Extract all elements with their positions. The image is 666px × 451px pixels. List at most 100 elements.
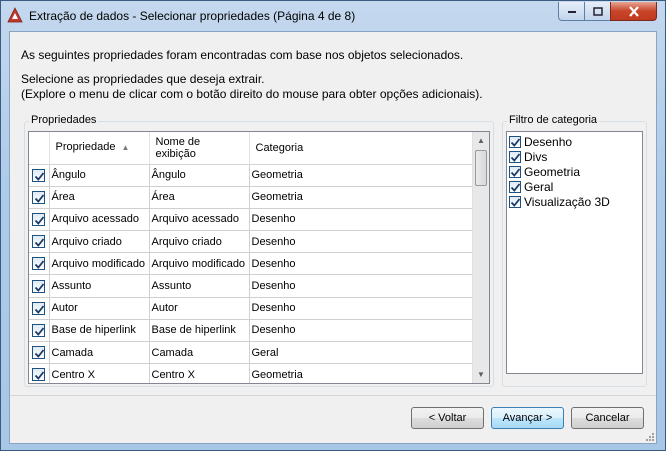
intro-text-2: Selecione as propriedades que deseja ext… <box>21 72 265 86</box>
row-checkbox-cell[interactable] <box>29 341 50 365</box>
checkbox[interactable] <box>509 195 521 208</box>
filter-item-label: Geral <box>524 179 554 194</box>
cell-property[interactable]: Arquivo acessado <box>49 208 150 232</box>
checkbox[interactable] <box>32 212 46 226</box>
checkbox[interactable] <box>32 257 46 271</box>
intro-text-1: As seguintes propriedades foram encontra… <box>21 48 464 62</box>
cell-property[interactable]: Assunto <box>49 274 150 298</box>
cell-display-name[interactable]: Ângulo <box>149 164 250 187</box>
checkbox[interactable] <box>509 135 521 148</box>
cell-category: Geometria <box>249 363 475 383</box>
checkbox[interactable] <box>32 168 46 182</box>
table-row[interactable]: Centro X Centro X Geometria <box>29 363 475 383</box>
cell-property[interactable]: Base de hiperlink <box>49 319 150 343</box>
table-header-row: Propriedade ▲ Nome de exibição Categoria <box>29 132 475 165</box>
checkbox[interactable] <box>32 190 46 204</box>
autocad-app-icon[interactable] <box>7 7 23 23</box>
header-property[interactable]: Propriedade ▲ <box>49 132 150 165</box>
checkbox[interactable] <box>32 346 46 360</box>
table-row[interactable]: Arquivo modificado Arquivo modificado Dese… <box>29 252 475 276</box>
category-filter-group: Filtro de categoria Desenho Divs Geometria… <box>502 114 647 387</box>
row-checkbox-cell[interactable] <box>29 208 50 232</box>
minimize-button[interactable] <box>558 2 585 21</box>
scroll-down-icon[interactable]: ▼ <box>473 366 489 383</box>
header-checkbox-column[interactable] <box>29 132 50 165</box>
resize-grip-icon[interactable] <box>644 431 654 441</box>
row-checkbox-cell[interactable] <box>29 230 50 254</box>
row-checkbox-cell[interactable] <box>29 164 50 187</box>
title-bar[interactable]: Extração de dados - Selecionar proprieda… <box>1 1 665 31</box>
cell-property[interactable]: Área <box>49 186 150 209</box>
cell-display-name[interactable]: Autor <box>149 297 250 320</box>
window-title: Extração de dados - Selecionar proprieda… <box>29 9 356 23</box>
cell-display-name[interactable]: Base de hiperlink <box>149 319 250 343</box>
category-filter-list[interactable]: Desenho Divs Geometria Geral Visualização 3D <box>506 131 643 374</box>
vertical-scrollbar[interactable]: ▲ ▼ <box>472 132 489 383</box>
row-checkbox-cell[interactable] <box>29 186 50 209</box>
next-button[interactable]: Avançar > <box>491 407 564 429</box>
filter-item[interactable]: Geral <box>507 179 642 194</box>
checkbox[interactable] <box>32 279 46 293</box>
header-display-name[interactable]: Nome de exibição <box>149 132 250 165</box>
cell-display-name[interactable]: Área <box>149 186 250 209</box>
checkbox[interactable] <box>32 301 46 315</box>
checkbox[interactable] <box>32 368 46 382</box>
back-button[interactable]: < Voltar <box>411 407 484 429</box>
cell-display-name[interactable]: Camada <box>149 341 250 365</box>
cancel-button[interactable]: Cancelar <box>571 407 644 429</box>
row-checkbox-cell[interactable] <box>29 252 50 276</box>
filter-item[interactable]: Divs <box>507 149 642 164</box>
header-category[interactable]: Categoria <box>249 132 475 165</box>
checkbox[interactable] <box>32 323 46 337</box>
table-row[interactable]: Base de hiperlink Base de hiperlink Desenh… <box>29 319 475 343</box>
row-checkbox-cell[interactable] <box>29 319 50 343</box>
table-row[interactable]: Assunto Assunto Desenho <box>29 274 475 298</box>
cell-display-name[interactable]: Arquivo criado <box>149 230 250 254</box>
filter-item[interactable]: Desenho <box>507 134 642 149</box>
cell-property[interactable]: Ângulo <box>49 164 150 187</box>
sort-ascending-icon: ▲ <box>121 143 130 153</box>
cell-category: Desenho <box>249 297 475 320</box>
row-checkbox-cell[interactable] <box>29 363 50 383</box>
cell-property[interactable]: Arquivo criado <box>49 230 150 254</box>
table-row[interactable]: Autor Autor Desenho <box>29 297 475 320</box>
cell-category: Desenho <box>249 319 475 343</box>
cell-property[interactable]: Centro X <box>49 363 150 383</box>
scroll-up-icon[interactable]: ▲ <box>473 132 489 149</box>
table-row[interactable]: Arquivo acessado Arquivo acessado Desenho <box>29 208 475 232</box>
filter-item-label: Visualização 3D <box>524 194 610 209</box>
cell-property[interactable]: Arquivo modificado <box>49 252 150 276</box>
header-property-label: Propriedade <box>55 141 116 154</box>
checkbox[interactable] <box>509 165 521 178</box>
intro-text-3: (Explore o menu de clicar com o botão di… <box>21 87 483 101</box>
table-row[interactable]: Área Área Geometria <box>29 186 475 209</box>
maximize-button[interactable] <box>584 2 611 21</box>
table-row[interactable]: Ângulo Ângulo Geometria <box>29 164 475 187</box>
checkbox[interactable] <box>509 180 521 193</box>
cell-category: Desenho <box>249 252 475 276</box>
properties-group: Propriedades Propriedade ▲ Nome de exibiç… <box>24 114 494 387</box>
properties-grid[interactable]: Propriedade ▲ Nome de exibição Categoria … <box>28 131 490 384</box>
cell-display-name[interactable]: Centro X <box>149 363 250 383</box>
close-button[interactable] <box>610 2 657 21</box>
cell-display-name[interactable]: Assunto <box>149 274 250 298</box>
filter-item[interactable]: Geometria <box>507 164 642 179</box>
checkbox[interactable] <box>509 150 521 163</box>
checkbox[interactable] <box>32 235 46 249</box>
cell-display-name[interactable]: Arquivo acessado <box>149 208 250 232</box>
cell-property[interactable]: Autor <box>49 297 150 320</box>
dialog-window: Extração de dados - Selecionar proprieda… <box>0 0 666 451</box>
table-row[interactable]: Camada Camada Geral <box>29 341 475 365</box>
cell-category: Desenho <box>249 230 475 254</box>
filter-item-label: Divs <box>524 149 548 164</box>
cell-display-name[interactable]: Arquivo modificado <box>149 252 250 276</box>
properties-table: Propriedade ▲ Nome de exibição Categoria … <box>29 132 475 383</box>
scroll-thumb[interactable] <box>475 150 487 186</box>
filter-item[interactable]: Visualização 3D <box>507 194 642 209</box>
row-checkbox-cell[interactable] <box>29 297 50 320</box>
row-checkbox-cell[interactable] <box>29 274 50 298</box>
table-row[interactable]: Arquivo criado Arquivo criado Desenho <box>29 230 475 254</box>
cell-category: Geometria <box>249 164 475 187</box>
cell-property[interactable]: Camada <box>49 341 150 365</box>
filter-item-label: Geometria <box>524 164 581 179</box>
